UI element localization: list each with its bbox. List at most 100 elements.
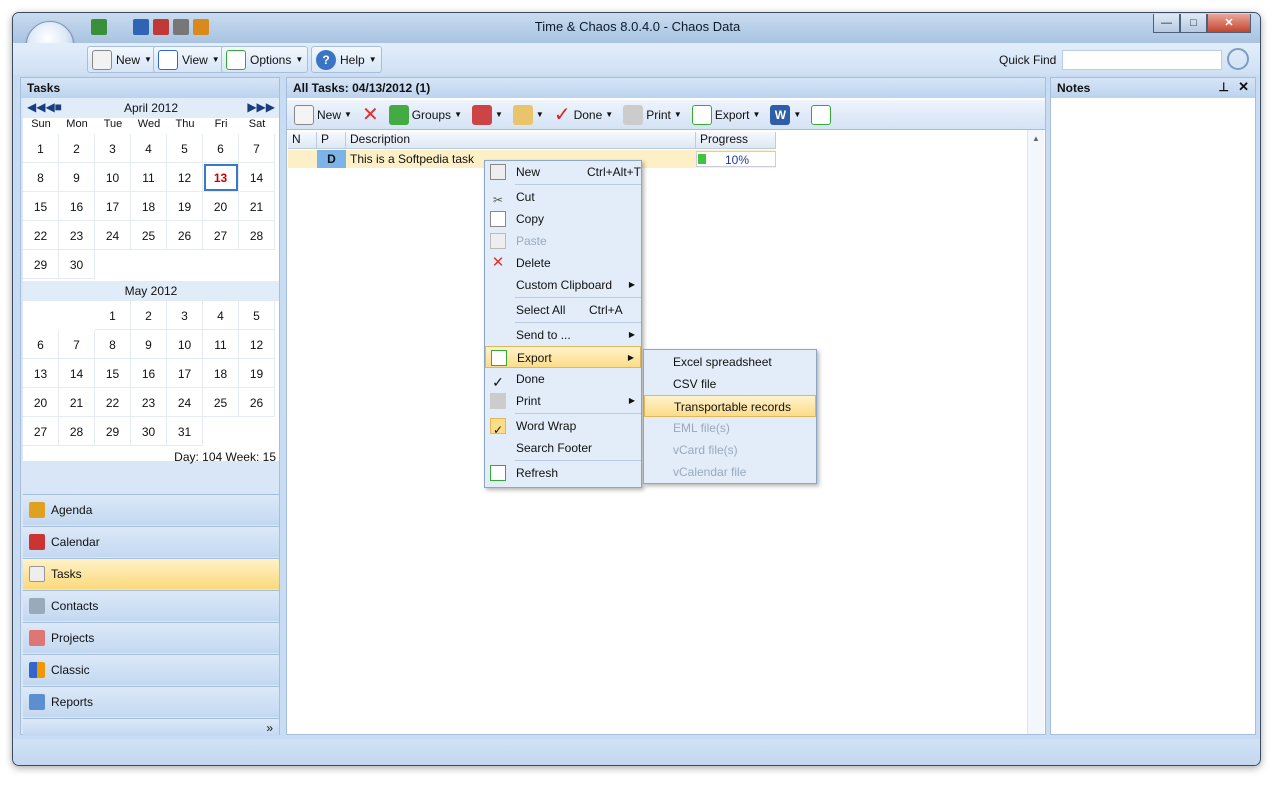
day-cell[interactable]: 16 (59, 192, 95, 221)
day-cell[interactable]: 13 (23, 359, 59, 388)
word-button[interactable]: W ▼ (767, 102, 804, 128)
day-cell[interactable]: 14 (59, 359, 95, 388)
day-cell[interactable]: 27 (23, 417, 59, 446)
export-eml[interactable]: EML file(s) (644, 417, 816, 439)
day-cell[interactable]: 14 (239, 163, 275, 192)
day-cell[interactable]: 2 (131, 301, 167, 330)
help-menu-button[interactable]: ? Help ▼ (311, 46, 382, 73)
view-menu-button[interactable]: View ▼ (153, 46, 225, 73)
menu-item-delete[interactable]: ✕ Delete (485, 252, 641, 274)
day-cell[interactable]: 22 (23, 221, 59, 250)
column-description[interactable]: Description (346, 132, 696, 149)
quick-access-refresh-icon[interactable] (91, 19, 107, 35)
nav-agenda[interactable]: Agenda (23, 494, 279, 525)
close-icon[interactable]: ✕ (1238, 79, 1249, 95)
calendar-prev-icon[interactable]: ◀◀◀■ (27, 100, 62, 114)
day-cell[interactable]: 20 (23, 388, 59, 417)
quick-access-notes-icon[interactable] (173, 19, 189, 35)
day-cell[interactable]: 24 (167, 388, 203, 417)
day-cell[interactable]: 2 (59, 134, 95, 163)
day-cell[interactable]: 6 (23, 330, 59, 359)
nav-tasks[interactable]: Tasks (23, 558, 279, 589)
menu-item-search-footer[interactable]: Search Footer (485, 437, 641, 459)
day-cell[interactable]: 19 (167, 192, 203, 221)
export-vcard[interactable]: vCard file(s) (644, 439, 816, 461)
options-menu-button[interactable]: Options ▼ (221, 46, 309, 73)
day-cell[interactable]: 17 (95, 192, 131, 221)
day-cell[interactable]: 11 (203, 330, 239, 359)
nav-overflow[interactable]: » (23, 718, 279, 736)
day-cell[interactable]: 26 (167, 221, 203, 250)
day-cell[interactable]: 8 (23, 163, 59, 192)
day-cell[interactable]: 8 (95, 330, 131, 359)
day-cell[interactable]: 31 (167, 417, 203, 446)
export-csv[interactable]: CSV file (644, 373, 816, 395)
menu-item-select-all[interactable]: Select All Ctrl+A (485, 299, 641, 321)
day-cell[interactable]: 28 (239, 221, 275, 250)
new-menu-button[interactable]: New ▼ (87, 46, 157, 73)
day-cell[interactable]: 7 (59, 330, 95, 359)
day-cell[interactable]: 15 (95, 359, 131, 388)
menu-item-refresh[interactable]: Refresh (485, 462, 641, 484)
export-button[interactable]: Export ▼ (689, 102, 764, 128)
day-cell[interactable]: 15 (23, 192, 59, 221)
day-cell[interactable]: 18 (131, 192, 167, 221)
column-n[interactable]: N (288, 132, 317, 149)
quick-access-projects-icon[interactable] (193, 19, 209, 35)
calendar-next-icon[interactable]: ▶▶▶ (247, 100, 275, 114)
day-cell[interactable]: 21 (239, 192, 275, 221)
close-button[interactable]: ✕ (1207, 14, 1251, 33)
day-cell[interactable]: 1 (95, 301, 131, 330)
day-cell[interactable]: 21 (59, 388, 95, 417)
day-cell[interactable]: 5 (167, 134, 203, 163)
day-cell[interactable]: 28 (59, 417, 95, 446)
day-cell[interactable]: 26 (239, 388, 275, 417)
quick-access-contacts-icon[interactable] (133, 19, 149, 35)
nav-contacts[interactable]: Contacts (23, 590, 279, 621)
day-cell[interactable]: 17 (167, 359, 203, 388)
day-cell[interactable]: 16 (131, 359, 167, 388)
vertical-scrollbar[interactable]: ▲ (1027, 130, 1044, 734)
day-cell[interactable]: 12 (167, 163, 203, 192)
day-cell[interactable]: 29 (95, 417, 131, 446)
day-cell[interactable]: 18 (203, 359, 239, 388)
export-transportable[interactable]: Transportable records (644, 395, 816, 417)
day-cell[interactable]: 11 (131, 163, 167, 192)
menu-item-custom-clipboard[interactable]: Custom Clipboard ▶ (485, 274, 641, 296)
menu-item-paste[interactable]: Paste (485, 230, 641, 252)
day-cell[interactable]: 30 (59, 250, 95, 279)
scroll-up-icon[interactable]: ▲ (1028, 134, 1044, 143)
day-cell[interactable]: 9 (131, 330, 167, 359)
minimize-button[interactable]: — (1153, 14, 1180, 33)
nav-reports[interactable]: Reports (23, 686, 279, 717)
new-task-button[interactable]: New ▼ (291, 102, 355, 128)
day-cell[interactable]: 29 (23, 250, 59, 279)
day-cell[interactable]: 12 (239, 330, 275, 359)
menu-item-done[interactable]: ✓ Done (485, 368, 641, 390)
day-cell[interactable]: 4 (131, 134, 167, 163)
day-cell[interactable]: 4 (203, 301, 239, 330)
export-vcalendar[interactable]: vCalendar file (644, 461, 816, 483)
groups-button[interactable]: Groups ▼ (386, 102, 465, 128)
day-cell[interactable]: 3 (95, 134, 131, 163)
export-excel[interactable]: Excel spreadsheet (644, 351, 816, 373)
day-cell[interactable]: 25 (131, 221, 167, 250)
outline-button[interactable]: ▼ (510, 102, 547, 128)
menu-item-cut[interactable]: ✂ Cut (485, 186, 641, 208)
nav-calendar[interactable]: Calendar (23, 526, 279, 557)
filter-button[interactable]: ▼ (469, 102, 506, 128)
search-icon[interactable] (1227, 48, 1249, 70)
day-cell[interactable]: 7 (239, 134, 275, 163)
nav-projects[interactable]: Projects (23, 622, 279, 653)
print-button[interactable]: Print ▼ (620, 102, 685, 128)
day-cell[interactable]: 3 (167, 301, 203, 330)
column-progress[interactable]: Progress (696, 132, 776, 149)
menu-item-word-wrap[interactable]: ✓ Word Wrap (485, 415, 641, 437)
menu-item-export[interactable]: Export ▶ (485, 346, 641, 368)
day-cell[interactable]: 24 (95, 221, 131, 250)
menu-item-new[interactable]: New Ctrl+Alt+T (485, 161, 641, 183)
day-cell[interactable]: 19 (239, 359, 275, 388)
day-cell[interactable]: 9 (59, 163, 95, 192)
menu-item-send-to[interactable]: Send to ... ▶ (485, 324, 641, 346)
refresh-button[interactable] (808, 102, 834, 128)
